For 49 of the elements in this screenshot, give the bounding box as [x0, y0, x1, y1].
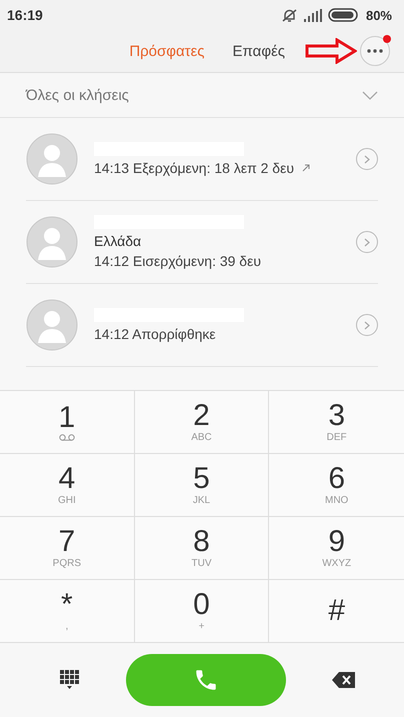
call-filter[interactable]: Όλες οι κλήσεις: [0, 73, 404, 118]
call-detail: 14:12 Εισερχόμενη: 39 δευ: [94, 253, 262, 269]
details-button[interactable]: [356, 231, 378, 253]
details-button[interactable]: [356, 148, 378, 170]
voicemail-icon: [58, 434, 75, 441]
key-letters: TUV: [191, 558, 212, 570]
keypad-icon: [60, 670, 80, 690]
call-row[interactable]: Ελλάδα 14:12 Εισερχόμενη: 39 δευ: [26, 201, 378, 284]
key-letters: +: [198, 620, 204, 632]
call-detail: 14:12 Απορρίφθηκε: [94, 326, 216, 342]
muted-bell-icon: [280, 8, 298, 22]
avatar-icon: [26, 299, 78, 351]
more-icon: [367, 49, 383, 53]
call-detail: 14:13 Εξερχόμενη: 18 λεπ 2 δευ: [94, 160, 294, 176]
tab[interactable]: Επαφές: [222, 42, 295, 60]
battery-percent: 80%: [366, 8, 392, 22]
dial-key[interactable]: 4 GHI: [0, 454, 135, 517]
dial-key[interactable]: 5 JKL: [134, 454, 270, 517]
key-letters: MNO: [324, 494, 348, 506]
dial-key[interactable]: 8 TUV: [134, 517, 270, 580]
call-location: Ελλάδα: [94, 233, 142, 249]
avatar-icon: [26, 133, 78, 185]
dial-key[interactable]: 1: [0, 391, 135, 454]
key-letters: ABC: [191, 432, 212, 444]
dial-key[interactable]: * ,: [0, 580, 135, 643]
details-button[interactable]: [356, 314, 378, 336]
key-letters: DEF: [326, 432, 347, 444]
arrow-annotation: [305, 38, 357, 64]
key-letters: ,: [65, 620, 68, 632]
key-letters: PQRS: [52, 558, 81, 570]
chevron-right-icon: [364, 320, 370, 330]
dial-key[interactable]: 7 PQRS: [0, 517, 135, 580]
signal-icon: [304, 8, 322, 22]
chevron-down-icon: [362, 90, 378, 100]
dial-key[interactable]: 2 ABC: [134, 391, 270, 454]
key-letters: JKL: [192, 494, 210, 506]
battery-icon: [328, 8, 360, 22]
backspace-icon: [332, 672, 356, 688]
call-row[interactable]: 14:12 Απορρίφθηκε: [26, 284, 378, 367]
key-letters: WXYZ: [322, 558, 352, 570]
key-letters: GHI: [58, 494, 76, 506]
status-time: 16:19: [7, 7, 43, 23]
dial-key[interactable]: 0 +: [134, 580, 270, 643]
call-row[interactable]: 14:13 Εξερχόμενη: 18 λεπ 2 δευ: [26, 118, 378, 201]
more-button[interactable]: [360, 36, 390, 66]
call-button[interactable]: [126, 654, 286, 706]
avatar-icon: [26, 216, 78, 268]
chevron-right-icon: [364, 154, 370, 164]
chevron-right-icon: [364, 238, 370, 246]
